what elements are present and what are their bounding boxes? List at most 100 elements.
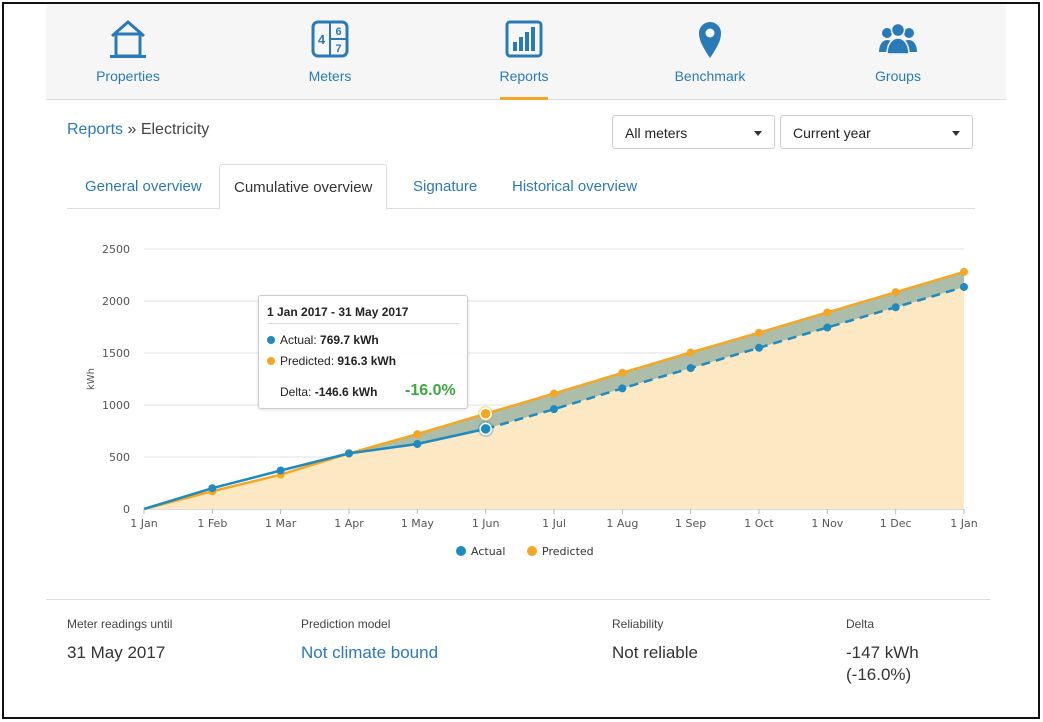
stat-reliability-label: Reliability [612, 617, 664, 631]
x-tick-label: 1 Mar [265, 517, 297, 530]
legend-actual-dot-icon [456, 546, 466, 556]
tab-general-overview[interactable]: General overview [71, 164, 216, 209]
actual-point [413, 440, 422, 448]
nav-meters[interactable]: 4 6 7 Meters [260, 4, 400, 100]
nav-groups-label: Groups [875, 68, 921, 84]
y-tick-label: 2500 [102, 243, 130, 256]
actual-point [823, 323, 832, 332]
breadcrumb-current: Electricity [140, 121, 210, 138]
predicted-point [960, 267, 968, 276]
predicted-point [479, 407, 492, 420]
stat-delta-value: -147 kWh (-16.0%) [846, 642, 919, 686]
predicted-point [618, 368, 627, 377]
stat-readings-label: Meter readings until [67, 617, 173, 631]
actual-point [686, 364, 695, 373]
tooltip-actual-row: Actual: 769.7 kWh [267, 333, 379, 347]
breadcrumb-separator: » [123, 121, 141, 138]
y-tick-label: 500 [109, 451, 130, 464]
house-icon [110, 20, 146, 58]
y-tick-label: 1000 [102, 399, 130, 412]
app-frame: Properties 4 6 7 Meters Reports Benchmar… [2, 2, 1040, 719]
nav-benchmark-label: Benchmark [674, 68, 746, 84]
tooltip-predicted-row: Predicted: 916.3 kWh [267, 354, 396, 368]
predicted-point [891, 288, 900, 297]
actual-point [345, 449, 353, 458]
stat-model-label: Prediction model [301, 617, 391, 631]
x-tick-label: 1 Sep [675, 517, 706, 530]
map-pin-icon [699, 22, 721, 58]
tooltip-title: 1 Jan 2017 - 31 May 2017 [267, 305, 409, 319]
x-tick-label: 1 Jun [472, 517, 500, 530]
nav-benchmark[interactable]: Benchmark [640, 4, 780, 100]
x-tick-label: 1 Dec [880, 517, 912, 530]
nav-groups[interactable]: Groups [828, 4, 968, 100]
tooltip-delta-label: Delta: [280, 385, 312, 399]
legend-actual-label: Actual [471, 545, 505, 558]
stat-readings: Meter readings until 31 May 2017 [67, 617, 172, 664]
stat-reliability: Reliability Not reliable [612, 617, 698, 664]
actual-point [276, 466, 285, 475]
actual-point [479, 422, 492, 436]
predicted-point [413, 430, 422, 439]
tooltip-delta-percent: -16.0% [405, 382, 456, 399]
tab-historical-overview[interactable]: Historical overview [498, 164, 651, 209]
tooltip-delta-value: -146.6 kWh [314, 385, 378, 399]
tooltip-divider [267, 323, 459, 324]
nav-properties[interactable]: Properties [58, 4, 198, 100]
x-tick-label: 1 Jan [950, 517, 977, 530]
x-tick-label: 1 Jan [130, 517, 157, 530]
meter-select-value: All meters [625, 125, 688, 141]
period-select[interactable]: Current year [780, 115, 973, 149]
breadcrumb: Reports » Electricity [67, 121, 209, 139]
chevron-down-icon [754, 131, 762, 136]
breadcrumb-parent-link[interactable]: Reports [67, 121, 123, 138]
x-tick-label: 1 Jul [542, 517, 566, 530]
predicted-point [823, 308, 832, 317]
y-tick-label: 2000 [102, 295, 130, 308]
meter-digit-3: 7 [335, 43, 341, 55]
stat-reliability-value: Not reliable [612, 643, 698, 662]
top-nav: Properties 4 6 7 Meters Reports Benchmar… [46, 4, 1006, 100]
y-tick-label: 1500 [102, 347, 130, 360]
actual-point [618, 384, 627, 393]
nav-properties-label: Properties [96, 68, 160, 84]
stat-delta-percent: (-16.0%) [846, 665, 912, 684]
legend-predicted-label: Predicted [542, 545, 594, 558]
chart-tooltip: 1 Jan 2017 - 31 May 2017 Actual: 769.7 k… [258, 295, 468, 409]
x-tick-label: 1 Nov [811, 517, 843, 530]
stat-readings-value: 31 May 2017 [67, 643, 166, 662]
tooltip-actual-label: Actual: [280, 333, 317, 347]
x-tick-label: 1 Aug [606, 517, 638, 530]
actual-point [208, 484, 217, 493]
active-nav-indicator [500, 97, 548, 100]
chevron-down-icon [952, 131, 960, 136]
nav-reports-label: Reports [499, 68, 549, 84]
actual-dot-icon [267, 336, 275, 344]
nav-reports[interactable]: Reports [454, 4, 594, 100]
tooltip-delta-row: Delta: -146.6 kWh [280, 385, 377, 399]
tooltip-predicted-value: 916.3 kWh [337, 354, 397, 368]
x-tick-label: 1 Oct [744, 517, 774, 530]
tab-signature[interactable]: Signature [399, 164, 491, 209]
report-tabs: General overview Cumulative overview Sig… [67, 164, 975, 210]
y-axis-label: kWh [86, 368, 97, 390]
predicted-dot-icon [267, 357, 275, 365]
stat-delta-kwh: -147 kWh [846, 643, 919, 662]
stat-delta-label: Delta [846, 617, 875, 631]
bar-chart-icon [505, 20, 543, 58]
stat-delta: Delta -147 kWh (-16.0%) [846, 617, 919, 686]
nav-meters-label: Meters [308, 68, 352, 84]
tab-cumulative-overview[interactable]: Cumulative overview [219, 164, 388, 210]
actual-point [960, 282, 968, 291]
summary-stats: Meter readings until 31 May 2017 Predict… [46, 599, 990, 709]
meter-digit-2: 6 [335, 26, 341, 38]
prediction-model-link[interactable]: Not climate bound [301, 642, 438, 664]
y-tick-label: 0 [123, 503, 130, 516]
stat-model: Prediction model Not climate bound [301, 617, 438, 664]
predicted-point [686, 348, 695, 357]
meter-select[interactable]: All meters [612, 115, 775, 149]
meter-digit-1: 4 [318, 32, 326, 47]
period-select-value: Current year [793, 125, 871, 141]
legend-predicted-dot-icon [527, 546, 537, 556]
actual-point [550, 405, 558, 414]
